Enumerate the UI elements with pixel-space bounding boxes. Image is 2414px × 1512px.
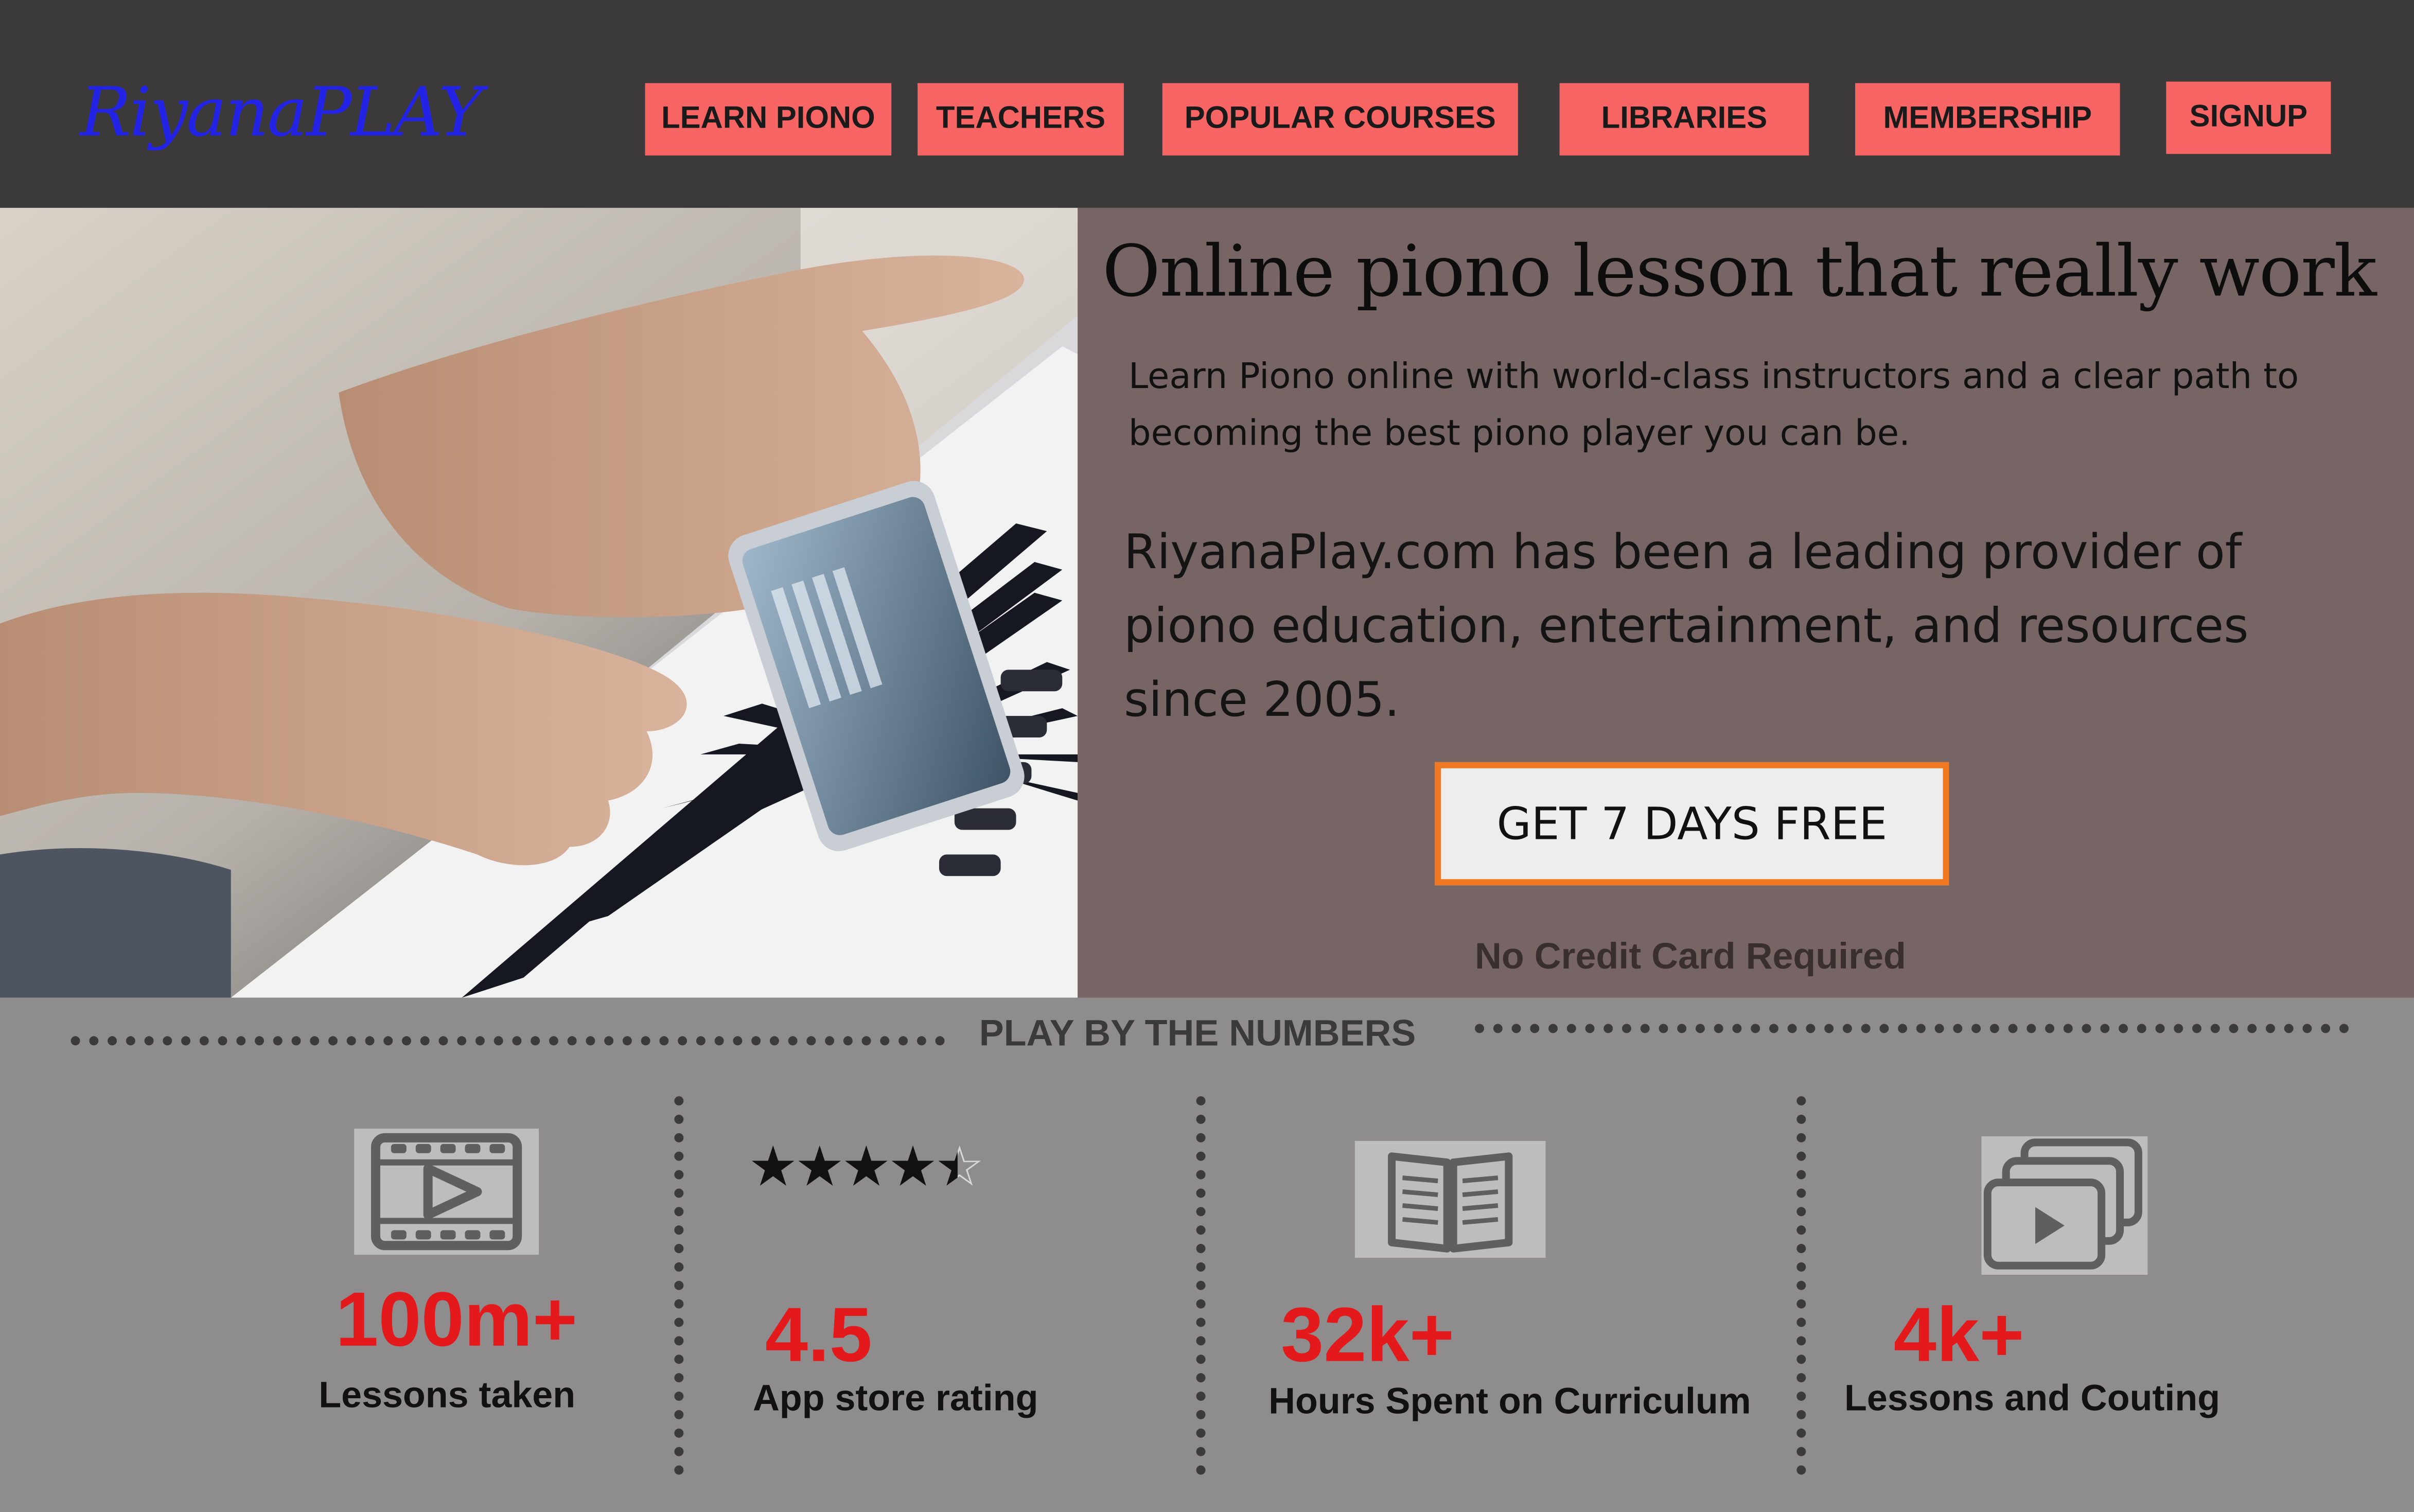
hero-piano-image bbox=[0, 207, 1078, 998]
top-navbar: RiyanaPLAY LEARN PIONO TEACHERS POPULAR … bbox=[0, 0, 2414, 208]
stat-lessons-value: 100m+ bbox=[336, 1276, 578, 1363]
star-icon: ★ bbox=[841, 1136, 891, 1200]
hero-about-text: RiyanaPlay.com has been a leading provid… bbox=[1123, 525, 2249, 729]
star-rating-icon: ★★★★☆★ bbox=[748, 1136, 984, 1200]
star-icon: ★ bbox=[748, 1136, 798, 1200]
stat-hours-label: Hours Spent on Curriculum bbox=[1268, 1381, 1751, 1423]
video-film-icon bbox=[354, 1128, 539, 1262]
hero-content-panel: Online piono lesson that really work Lea… bbox=[1078, 207, 2414, 998]
hero-subline: Learn Piono online with world-class inst… bbox=[1128, 357, 2299, 454]
section-divider-left bbox=[71, 1036, 945, 1046]
no-credit-card-note: No Credit Card Required bbox=[1475, 936, 1906, 978]
nav-signup-button[interactable]: SIGNUP bbox=[2166, 81, 2331, 154]
nav-teachers-button[interactable]: TEACHERS bbox=[918, 83, 1124, 156]
star-icon: ★ bbox=[795, 1136, 845, 1200]
get-free-trial-button[interactable]: GET 7 DAYS FREE bbox=[1435, 762, 1949, 886]
star-icon: ★ bbox=[888, 1136, 938, 1200]
stat-lessons-count-value: 4k+ bbox=[1893, 1292, 2024, 1378]
stat-separator bbox=[1796, 1096, 1806, 1475]
piano-photo-illustration bbox=[0, 207, 1078, 998]
numbers-section: PLAY BY THE NUMBERS 100m+ Lessons taken … bbox=[0, 997, 2414, 1512]
video-library-icon bbox=[1981, 1136, 2148, 1282]
stat-hours-value: 32k+ bbox=[1281, 1292, 1455, 1378]
nav-libraries-button[interactable]: LIBRARIES bbox=[1559, 83, 1809, 156]
stat-separator bbox=[674, 1096, 684, 1475]
page: RiyanaPLAY LEARN PIONO TEACHERS POPULAR … bbox=[0, 0, 2414, 1512]
open-book-icon bbox=[1354, 1140, 1546, 1265]
numbers-section-title: PLAY BY THE NUMBERS bbox=[979, 1013, 1416, 1055]
stat-separator bbox=[1196, 1096, 1206, 1475]
section-divider-right bbox=[1475, 1024, 2350, 1033]
nav-popular-courses-button[interactable]: POPULAR COURSES bbox=[1162, 83, 1518, 156]
nav-learn-piono-button[interactable]: LEARN PIONO bbox=[645, 83, 892, 156]
brand-logo[interactable]: RiyanaPLAY bbox=[80, 74, 483, 153]
nav-membership-button[interactable]: MEMBERSHIP bbox=[1855, 83, 2120, 156]
stat-lessons-label: Lessons taken bbox=[319, 1375, 576, 1417]
stat-rating-label: App store rating bbox=[752, 1378, 1038, 1420]
hero-headline: Online piono lesson that really work bbox=[1102, 229, 2377, 313]
stat-rating-value: 4.5 bbox=[765, 1292, 872, 1378]
half-star-icon: ☆★ bbox=[935, 1136, 984, 1200]
stat-lessons-count-label: Lessons and Couting bbox=[1844, 1378, 2221, 1420]
